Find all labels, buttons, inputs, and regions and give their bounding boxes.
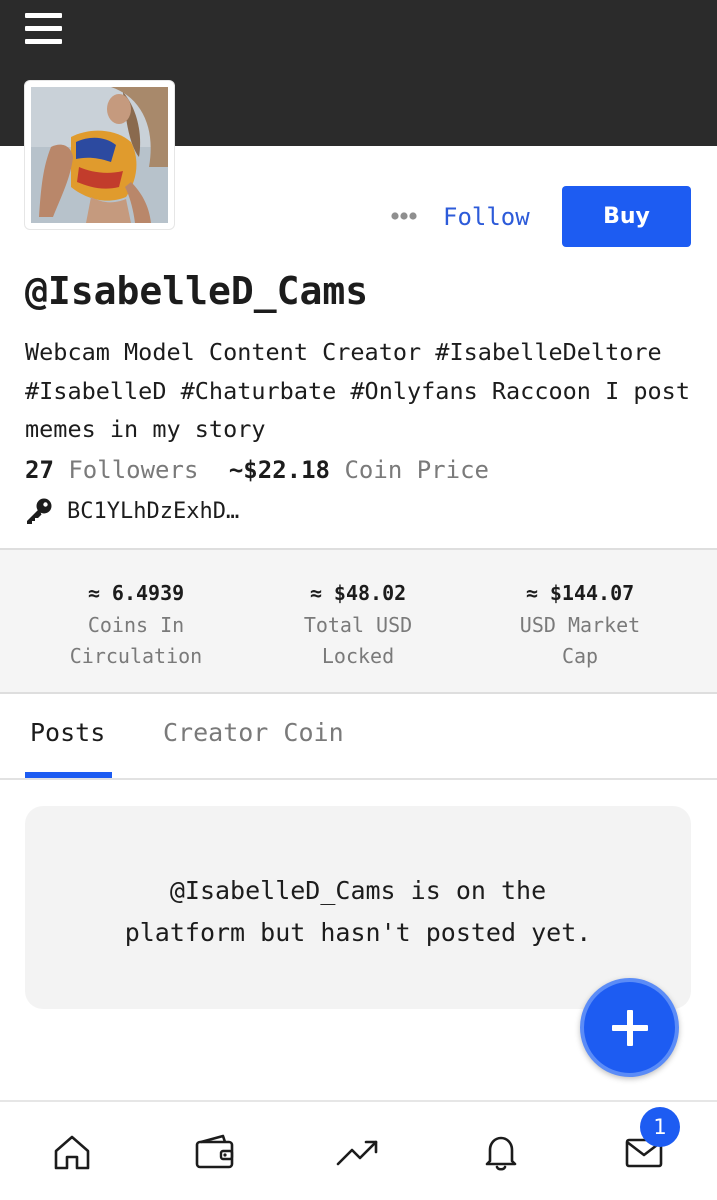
stat-value: ≈ 6.4939	[87, 581, 185, 605]
public-key-text: BC1YLhDzExhD…	[67, 498, 240, 524]
more-dots-icon[interactable]	[389, 203, 419, 229]
followers-count: 27	[25, 456, 54, 484]
stat-value: ≈ $48.02	[309, 581, 407, 605]
trending-icon	[336, 1140, 378, 1166]
nav-home[interactable]	[50, 1130, 94, 1174]
coin-price-label: Coin Price	[344, 456, 489, 484]
bottom-nav	[0, 1100, 717, 1200]
buy-button[interactable]: Buy	[562, 186, 691, 247]
profile-stats: 27 Followers ~$22.18 Coin Price	[25, 456, 489, 484]
empty-state-line1: @IsabelleD_Cams is on the	[169, 876, 547, 905]
stat-label: Locked	[321, 644, 395, 668]
empty-posts-card: @IsabelleD_Cams is on the platform but h…	[25, 806, 691, 1009]
username: @IsabelleD_Cams	[25, 269, 369, 313]
home-icon	[54, 1135, 90, 1170]
nav-trending[interactable]	[336, 1130, 380, 1174]
tab-posts[interactable]: Posts	[30, 718, 105, 747]
coins-in-circulation: ≈ 6.4939 Coins In Circulation	[26, 580, 246, 672]
profile-tabs: Posts Creator Coin	[0, 694, 717, 780]
bell-icon	[485, 1136, 517, 1171]
public-key[interactable]: BC1YLhDzExhD…	[25, 495, 239, 527]
stat-value: ≈ $144.07	[525, 581, 635, 605]
stat-label: Coins In	[87, 613, 185, 637]
total-usd-locked: ≈ $48.02 Total USD Locked	[248, 580, 468, 672]
plus-icon	[611, 1009, 648, 1046]
hamburger-menu-icon[interactable]	[25, 13, 62, 46]
stat-label: Cap	[561, 644, 599, 668]
stat-label: Circulation	[69, 644, 203, 668]
stat-label: Total USD	[303, 613, 413, 637]
nav-notifications[interactable]	[479, 1130, 523, 1174]
wallet-icon	[195, 1134, 234, 1169]
key-icon	[27, 498, 52, 524]
profile-photo	[31, 87, 168, 223]
coin-price-value: ~$22.18	[228, 456, 331, 484]
stat-label: USD Market	[519, 613, 641, 637]
create-post-button[interactable]	[580, 978, 679, 1077]
empty-state-line2: platform but hasn't posted yet.	[124, 918, 592, 947]
nav-wallet[interactable]	[193, 1130, 237, 1174]
avatar	[25, 81, 174, 229]
empty-state-message: @IsabelleD_Cams is on the platform but h…	[25, 870, 691, 954]
tab-creator-coin[interactable]: Creator Coin	[163, 718, 344, 747]
coin-stats-panel: ≈ 6.4939 Coins In Circulation ≈ $48.02 T…	[0, 548, 717, 694]
followers-label[interactable]: Followers	[68, 456, 198, 484]
bio-text: Webcam Model Content Creator #IsabelleDe…	[25, 338, 690, 443]
follow-button[interactable]: Follow	[437, 198, 536, 236]
active-tab-indicator	[25, 772, 112, 778]
messages-badge: 1	[640, 1107, 680, 1147]
usd-market-cap: ≈ $144.07 USD Market Cap	[470, 580, 690, 672]
